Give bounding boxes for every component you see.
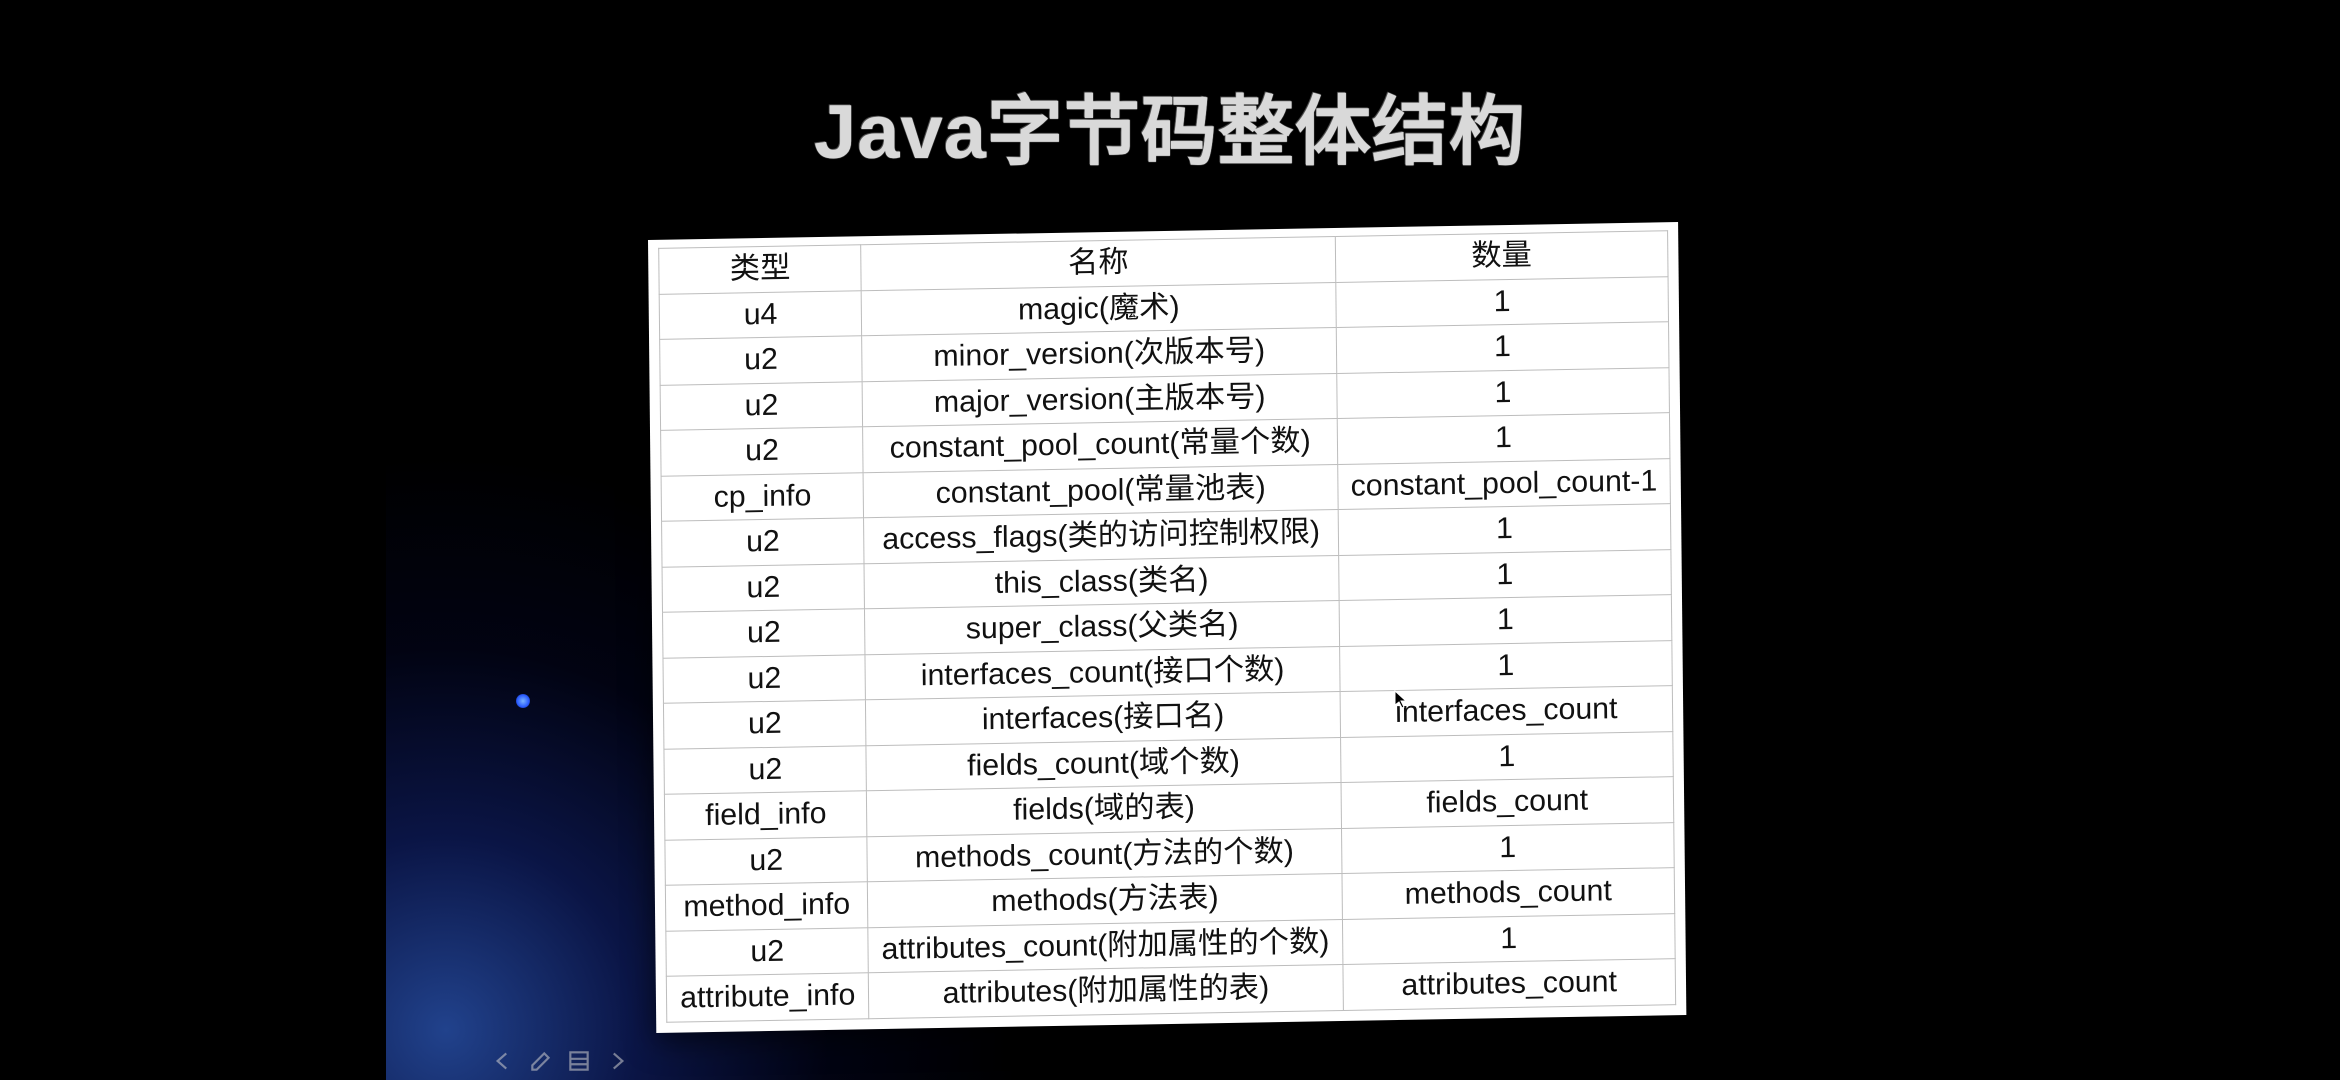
cell-type: cp_info <box>661 472 864 521</box>
cell-type: u2 <box>663 700 866 749</box>
cell-name: magic(魔术) <box>862 282 1336 336</box>
menu-icon <box>566 1048 592 1079</box>
table-body: u4magic(魔术)1u2minor_version(次版本号)1u2majo… <box>659 276 1675 1022</box>
header-type: 类型 <box>659 245 862 294</box>
cell-count: 1 <box>1337 413 1670 464</box>
prev-slide-button[interactable] <box>486 1046 520 1080</box>
cell-name: minor_version(次版本号) <box>862 328 1336 382</box>
cell-count: 1 <box>1336 322 1669 373</box>
cell-type: u2 <box>662 518 865 567</box>
cell-name: constant_pool(常量池表) <box>863 464 1337 518</box>
cell-name: interfaces_count(接口个数) <box>865 646 1339 700</box>
cell-type: u2 <box>660 336 863 385</box>
slide-stage: Java字节码整体结构 类型 名称 数量 u4magic(魔术)1u2minor… <box>386 0 1954 1080</box>
cell-type: field_info <box>664 791 867 840</box>
cell-type: u2 <box>664 745 867 794</box>
arrow-right-icon <box>604 1048 630 1079</box>
cell-type: u4 <box>659 290 862 339</box>
pen-icon <box>528 1048 554 1079</box>
cell-count: 1 <box>1341 822 1674 873</box>
cell-name: this_class(类名) <box>864 555 1338 609</box>
bytecode-structure-table: 类型 名称 数量 u4magic(魔术)1u2minor_version(次版本… <box>658 230 1676 1022</box>
slide-menu-button[interactable] <box>562 1046 596 1080</box>
cell-count: 1 <box>1338 549 1671 600</box>
cell-count: attributes_count <box>1343 959 1676 1010</box>
cell-name: methods(方法表) <box>868 873 1342 927</box>
cell-type: attribute_info <box>666 973 869 1022</box>
cell-name: fields(域的表) <box>867 782 1341 836</box>
cell-count: 1 <box>1336 276 1669 327</box>
cell-name: fields_count(域个数) <box>866 737 1340 791</box>
cell-name: attributes_count(附加属性的个数) <box>868 919 1342 973</box>
cell-count: fields_count <box>1341 777 1674 828</box>
cell-name: constant_pool_count(常量个数) <box>863 418 1337 472</box>
cell-count: 1 <box>1342 913 1675 964</box>
cell-name: interfaces(接口名) <box>866 691 1340 745</box>
cell-type: u2 <box>666 927 869 976</box>
next-slide-button[interactable] <box>600 1046 634 1080</box>
cell-type: u2 <box>665 836 868 885</box>
cell-type: u2 <box>660 381 863 430</box>
cell-type: u2 <box>661 427 864 476</box>
header-count: 数量 <box>1335 231 1668 282</box>
arrow-left-icon <box>490 1048 516 1079</box>
cell-name: attributes(附加属性的表) <box>869 964 1343 1018</box>
page-title: Java字节码整体结构 <box>386 70 1954 180</box>
cell-count: constant_pool_count-1 <box>1337 458 1670 509</box>
cell-count: 1 <box>1338 504 1671 555</box>
header-name: 名称 <box>861 237 1335 291</box>
bytecode-table-holder: 类型 名称 数量 u4magic(魔术)1u2minor_version(次版本… <box>648 222 1686 1032</box>
pen-tool-button[interactable] <box>524 1046 558 1080</box>
cell-name: access_flags(类的访问控制权限) <box>864 509 1338 563</box>
cell-name: major_version(主版本号) <box>862 373 1336 427</box>
cell-name: super_class(父类名) <box>865 600 1339 654</box>
cell-count: 1 <box>1336 367 1669 418</box>
cell-type: u2 <box>663 654 866 703</box>
cell-name: methods_count(方法的个数) <box>867 828 1341 882</box>
cell-count: 1 <box>1340 731 1673 782</box>
cell-type: u2 <box>662 563 865 612</box>
cell-count: 1 <box>1339 595 1672 646</box>
slide-toolbar <box>486 1046 634 1080</box>
cell-count: methods_count <box>1342 868 1675 919</box>
cell-type: u2 <box>663 609 866 658</box>
background-flare-dot <box>516 694 530 708</box>
cell-count: 1 <box>1339 640 1672 691</box>
cell-type: method_info <box>665 882 868 931</box>
cell-count: interfaces_count <box>1340 686 1673 737</box>
